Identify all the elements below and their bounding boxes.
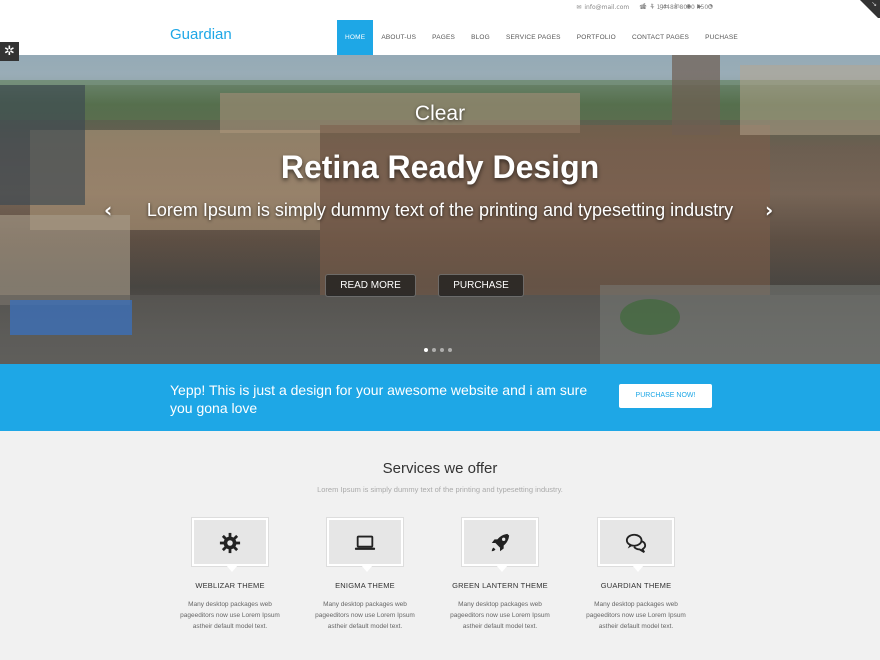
dribbble-icon[interactable]: ◉ [686, 3, 691, 10]
hero-clear-text: Clear [414, 102, 466, 125]
envelope-icon: ✉ [576, 4, 582, 11]
gear-icon[interactable]: ✲ [0, 42, 19, 61]
corner-ribbon[interactable] [860, 0, 880, 20]
service-desc: Many desktop packages web pageeditors no… [450, 601, 550, 630]
service-icon-box[interactable] [462, 518, 538, 572]
hero-subtitle: Lorem Ipsum is simply dummy text of the … [146, 200, 734, 220]
nav-home[interactable]: HOME [337, 20, 374, 55]
slider-next-arrow-icon[interactable]: › [765, 198, 773, 222]
google-plus-icon[interactable]: g+ [659, 3, 668, 10]
purchase-now-button[interactable]: PURCHASE NOW! [619, 384, 712, 408]
hero-purchase-button[interactable]: PURCHASE [438, 274, 524, 297]
service-name[interactable]: GREEN LANTERN THEME [425, 581, 575, 590]
service-icon-box[interactable] [192, 518, 268, 572]
slider-dot[interactable] [432, 348, 436, 352]
nav-puchase[interactable]: PUCHASE [697, 20, 746, 55]
nav-pages[interactable]: PAGES [424, 20, 463, 55]
service-item: GUARDIAN THEME Many desktop packages web… [561, 518, 711, 632]
facebook-icon[interactable]: f [643, 3, 645, 10]
service-icon-box[interactable] [327, 518, 403, 572]
slider-dots [424, 348, 452, 352]
hero-title: Retina Ready Design [280, 149, 600, 185]
service-item: WEBLIZAR THEME Many desktop packages web… [155, 518, 305, 632]
callout-text: Yepp! This is just a design for your awe… [170, 382, 588, 416]
main-nav: HOME ABOUT-US PAGES BLOG SERVICE PAGES P… [337, 20, 746, 55]
service-item: GREEN LANTERN THEME Many desktop package… [425, 518, 575, 632]
service-name[interactable]: WEBLIZAR THEME [155, 581, 305, 590]
laptop-icon [354, 535, 376, 550]
service-name[interactable]: ENIGMA THEME [290, 581, 440, 590]
nav-blog[interactable]: BLOG [463, 20, 498, 55]
nav-contact-pages[interactable]: CONTACT PAGES [624, 20, 697, 55]
social-links: f t g+ in ◉ ▶ ◔ [643, 3, 713, 10]
contact-email[interactable]: info@mail.com [584, 4, 629, 11]
slider-prev-arrow-icon[interactable]: ‹ [104, 198, 112, 222]
slider-dot[interactable] [440, 348, 444, 352]
top-contact-bar: ✉ info@mail.com ☎ + 1 4488 8000 4500 f t… [0, 0, 880, 20]
linkedin-icon[interactable]: in [674, 3, 679, 10]
rss-icon[interactable]: ◔ [708, 3, 713, 10]
hero-slider: Clear Retina Ready Design Lorem Ipsum is… [0, 55, 880, 364]
service-desc: Many desktop packages web pageeditors no… [586, 601, 686, 630]
read-more-button[interactable]: READ MORE [325, 274, 416, 297]
callout-bar: Yepp! This is just a design for your awe… [0, 364, 880, 431]
service-desc: Many desktop packages web pageeditors no… [315, 601, 415, 630]
services-title: Services we offer [382, 460, 498, 477]
nav-service-pages[interactable]: SERVICE PAGES [498, 20, 569, 55]
twitter-icon[interactable]: t [651, 3, 653, 10]
rocket-icon [491, 533, 510, 552]
service-name[interactable]: GUARDIAN THEME [561, 581, 711, 590]
site-logo[interactable]: Guardian [170, 26, 232, 43]
services-subtitle: Lorem Ipsum is simply dummy text of the … [317, 485, 563, 494]
gear-icon [219, 532, 241, 554]
slider-dot[interactable] [424, 348, 428, 352]
service-icon-box[interactable] [598, 518, 674, 572]
corner-arrow-icon: ↘ [871, 0, 877, 8]
slider-dot[interactable] [448, 348, 452, 352]
youtube-icon[interactable]: ▶ [697, 3, 702, 10]
service-desc: Many desktop packages web pageeditors no… [180, 601, 280, 630]
nav-portfolio[interactable]: PORTFOLIO [569, 20, 624, 55]
site-header: Guardian HOME ABOUT-US PAGES BLOG SERVIC… [0, 18, 880, 55]
services-section: Services we offer Lorem Ipsum is simply … [0, 431, 880, 660]
service-item: ENIGMA THEME Many desktop packages web p… [290, 518, 440, 632]
nav-about-us[interactable]: ABOUT-US [373, 20, 424, 55]
comments-icon [625, 533, 647, 553]
